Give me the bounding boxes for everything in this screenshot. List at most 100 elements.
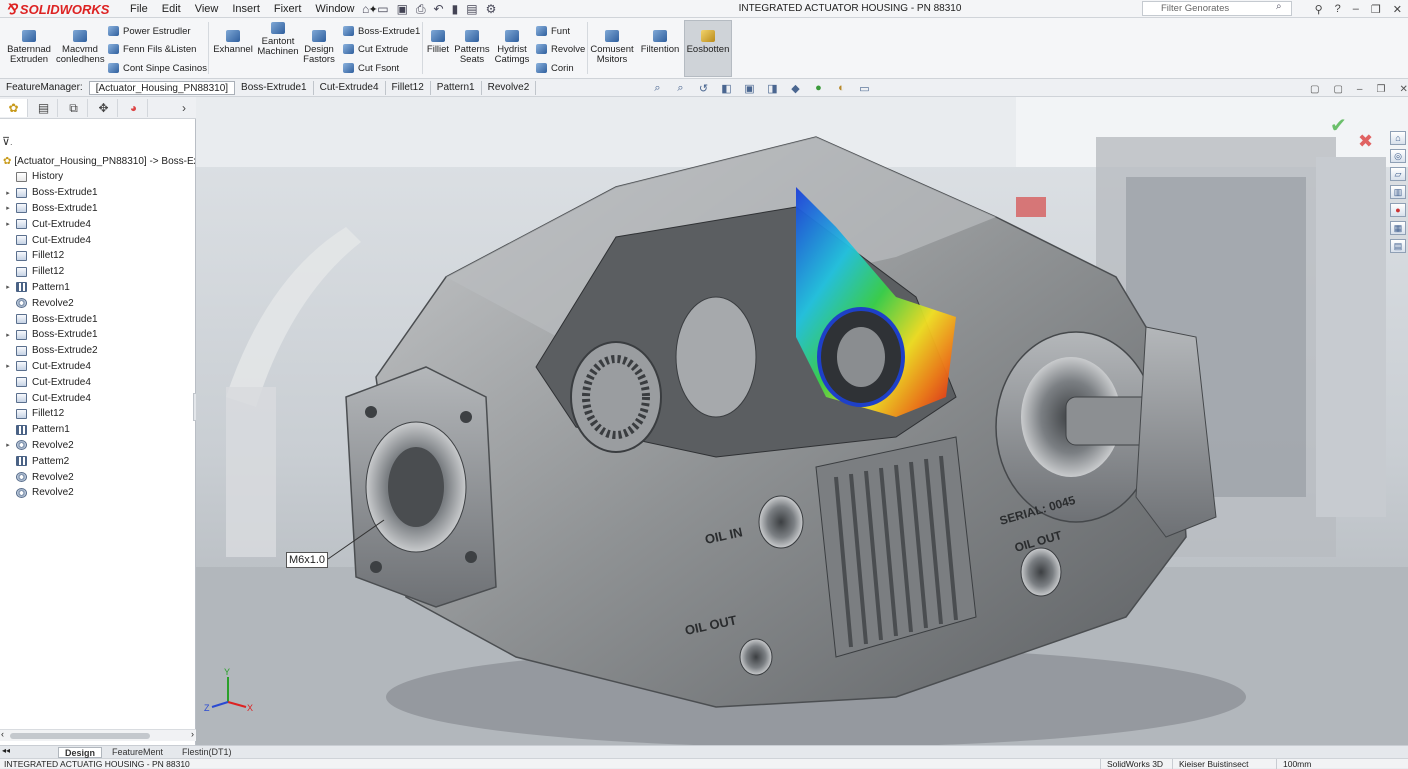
menu-insert[interactable]: Insert bbox=[232, 3, 260, 15]
featuremanager-tab[interactable]: ✿ bbox=[0, 99, 28, 117]
ribbon-cont-sinpe[interactable]: Cont Sinpe Casinos bbox=[108, 61, 207, 75]
ribbon-corin[interactable]: Corin bbox=[536, 61, 574, 75]
ribbon-fenn-fils[interactable]: Fenn Fils &Listen bbox=[108, 42, 196, 56]
tree-item[interactable]: ▸ Boss-Extrude1 bbox=[0, 201, 196, 217]
design-library-icon[interactable]: ◎ bbox=[1390, 149, 1406, 163]
section-view-icon[interactable]: ◧ bbox=[719, 82, 734, 95]
search-icon[interactable]: ⌕ bbox=[1276, 1, 1282, 12]
tree-item[interactable]: ▸ Cut-Extrude4 bbox=[0, 359, 196, 375]
tree-item[interactable]: Pattern1 bbox=[0, 422, 196, 438]
scroll-right-icon[interactable]: › bbox=[191, 729, 194, 739]
tree-item[interactable]: Revolve2 bbox=[0, 485, 196, 501]
print-icon[interactable]: ⎙ bbox=[416, 2, 426, 17]
viewport-restore-icon[interactable]: ❐ bbox=[1376, 84, 1385, 95]
tab-cut-extrude4[interactable]: Cut-Extrude4 bbox=[314, 80, 386, 95]
ribbon-btn-fillet[interactable]: Filliet bbox=[425, 30, 451, 55]
expand-arrow-icon[interactable]: ▸ bbox=[0, 331, 16, 339]
close-button[interactable]: ✕ bbox=[1393, 3, 1402, 16]
tree-item[interactable]: Revolve2 bbox=[0, 469, 196, 485]
scroll-left-icon[interactable]: ‹ bbox=[1, 729, 4, 739]
menu-edit[interactable]: Edit bbox=[162, 3, 181, 15]
ribbon-btn-hydrist[interactable]: Hydrist Catimgs bbox=[493, 30, 531, 65]
tree-item[interactable]: ▸ Cut-Extrude4 bbox=[0, 216, 196, 232]
viewport-tile-icon[interactable]: ▢ bbox=[1333, 84, 1342, 95]
ribbon-revolve[interactable]: Revolve bbox=[536, 42, 585, 56]
menu-view[interactable]: View bbox=[195, 3, 219, 15]
search-input[interactable]: Filter Genorates bbox=[1142, 1, 1292, 16]
appearances-icon[interactable]: ● bbox=[1390, 203, 1406, 217]
graphics-area[interactable]: OIL IN OIL OUT OIL OUT SERIAL: 0045 Y X … bbox=[196, 97, 1408, 745]
tab-fillet12[interactable]: Fillet12 bbox=[386, 80, 431, 95]
tree-filter[interactable]: ⊽. bbox=[2, 135, 192, 151]
view-orientation-icon[interactable]: ▣ bbox=[742, 82, 757, 95]
undo-icon[interactable]: ↶ bbox=[434, 2, 444, 16]
tree-item[interactable]: Boss-Extrude2 bbox=[0, 343, 196, 359]
custom-properties-icon[interactable]: ▦ bbox=[1390, 221, 1406, 235]
ribbon-cut-extrude[interactable]: Cut Extrude bbox=[343, 42, 408, 56]
tree-item[interactable]: Fillet12 bbox=[0, 248, 196, 264]
thread-callout[interactable]: M6x1.0 bbox=[286, 552, 328, 568]
viewport-close-icon[interactable]: ✕ bbox=[1399, 84, 1407, 95]
new-document-icon[interactable]: ▭ bbox=[377, 2, 388, 16]
ribbon-btn-monitors[interactable]: Comusent Msitors bbox=[590, 30, 634, 65]
expand-arrow-icon[interactable]: ▸ bbox=[0, 441, 16, 449]
configuration-manager-tab[interactable]: ⧉ bbox=[60, 99, 88, 117]
tab-featurement[interactable]: FeatureMent bbox=[106, 747, 169, 758]
panel-tabs-more[interactable]: › bbox=[170, 99, 198, 117]
tree-item[interactable]: Cut-Extrude4 bbox=[0, 232, 196, 248]
user-icon[interactable]: ⚲ bbox=[1315, 3, 1323, 16]
ribbon-btn-exhannel[interactable]: Exhannel bbox=[212, 30, 254, 55]
tab-pattern1[interactable]: Pattern1 bbox=[431, 80, 482, 95]
tree-item[interactable]: ▸ Pattern1 bbox=[0, 280, 196, 296]
tab-revolve2[interactable]: Revolve2 bbox=[482, 80, 537, 95]
display-style-icon[interactable]: ◨ bbox=[765, 82, 780, 95]
tab-nav-first-icon[interactable]: ◂◂ bbox=[2, 746, 10, 755]
ribbon-boss-extrude[interactable]: Boss-Extrude1 bbox=[343, 24, 420, 38]
appearance-icon[interactable]: ● bbox=[811, 82, 826, 95]
ribbon-btn-eosbotten[interactable]: Eosbotten bbox=[686, 30, 730, 55]
ribbon-power-extruder[interactable]: Power Estrudler bbox=[108, 24, 191, 38]
ribbon-btn-machinen[interactable]: Eantont Machinen bbox=[256, 22, 300, 57]
tree-item[interactable]: Revolve2 bbox=[0, 295, 196, 311]
expand-arrow-icon[interactable]: ▸ bbox=[0, 189, 16, 197]
tree-item[interactable]: Boss-Extrude1 bbox=[0, 311, 196, 327]
ribbon-btn-patterns[interactable]: Patterns Seats bbox=[452, 30, 492, 65]
app-logo[interactable]: ⅋ SOLIDWORKS bbox=[6, 1, 109, 17]
view-settings-icon[interactable]: ▭ bbox=[857, 82, 872, 95]
tree-item[interactable]: Fillet12 bbox=[0, 264, 196, 280]
scrollbar-thumb[interactable] bbox=[10, 733, 150, 739]
scene-icon[interactable]: ◐ bbox=[834, 82, 849, 95]
file-explorer-icon[interactable]: ▱ bbox=[1390, 167, 1406, 181]
minimize-button[interactable]: – bbox=[1353, 3, 1359, 15]
options-icon[interactable]: ⚙ bbox=[486, 2, 497, 16]
viewport-minimize-icon[interactable]: – bbox=[1357, 84, 1363, 95]
tab-boss-extrude1[interactable]: Boss-Extrude1 bbox=[235, 80, 314, 95]
zoom-to-fit-icon[interactable]: ⌕ bbox=[650, 82, 665, 95]
expand-arrow-icon[interactable]: ▸ bbox=[0, 220, 16, 228]
tree-item[interactable]: Cut-Extrude4 bbox=[0, 374, 196, 390]
display-manager-tab[interactable]: ◕ bbox=[120, 99, 148, 117]
tab-actuator-housing[interactable]: [Actuator_Housing_PN88310] bbox=[88, 80, 236, 95]
ribbon-cut-fsont[interactable]: Cut Fsont bbox=[343, 61, 399, 75]
tree-item[interactable]: ▸ Revolve2 bbox=[0, 438, 196, 454]
tab-flestin[interactable]: Flestin(DT1) bbox=[176, 747, 238, 758]
menu-file[interactable]: File bbox=[130, 3, 148, 15]
home-icon[interactable]: ⌂ bbox=[362, 2, 369, 16]
rebuild-icon[interactable]: ▮ bbox=[452, 2, 459, 16]
ribbon-funt[interactable]: Funt bbox=[536, 24, 570, 38]
property-manager-tab[interactable]: ▤ bbox=[30, 99, 58, 117]
viewport-split-icon[interactable]: ▢ bbox=[1310, 84, 1319, 95]
ribbon-btn-extrude[interactable]: Baternnad Extruden bbox=[5, 30, 53, 65]
view-palette-icon[interactable]: ▥ bbox=[1390, 185, 1406, 199]
ribbon-btn-connections[interactable]: Macvmd conledhens bbox=[56, 30, 105, 65]
tree-item[interactable]: ▸ Boss-Extrude1 bbox=[0, 185, 196, 201]
menu-window[interactable]: Window bbox=[315, 3, 354, 15]
expand-arrow-icon[interactable]: ▸ bbox=[0, 362, 16, 370]
tree-item[interactable]: Cut-Extrude4 bbox=[0, 390, 196, 406]
file-properties-icon[interactable]: ▤ bbox=[466, 2, 477, 16]
zoom-area-icon[interactable]: ⌕ bbox=[673, 82, 688, 95]
ribbon-btn-design-fastors[interactable]: Design Fastors bbox=[300, 30, 338, 65]
dimxpert-tab[interactable]: ✥ bbox=[90, 99, 118, 117]
tree-horizontal-scrollbar[interactable]: ‹ › bbox=[0, 729, 196, 741]
restore-button[interactable]: ❐ bbox=[1371, 3, 1381, 16]
